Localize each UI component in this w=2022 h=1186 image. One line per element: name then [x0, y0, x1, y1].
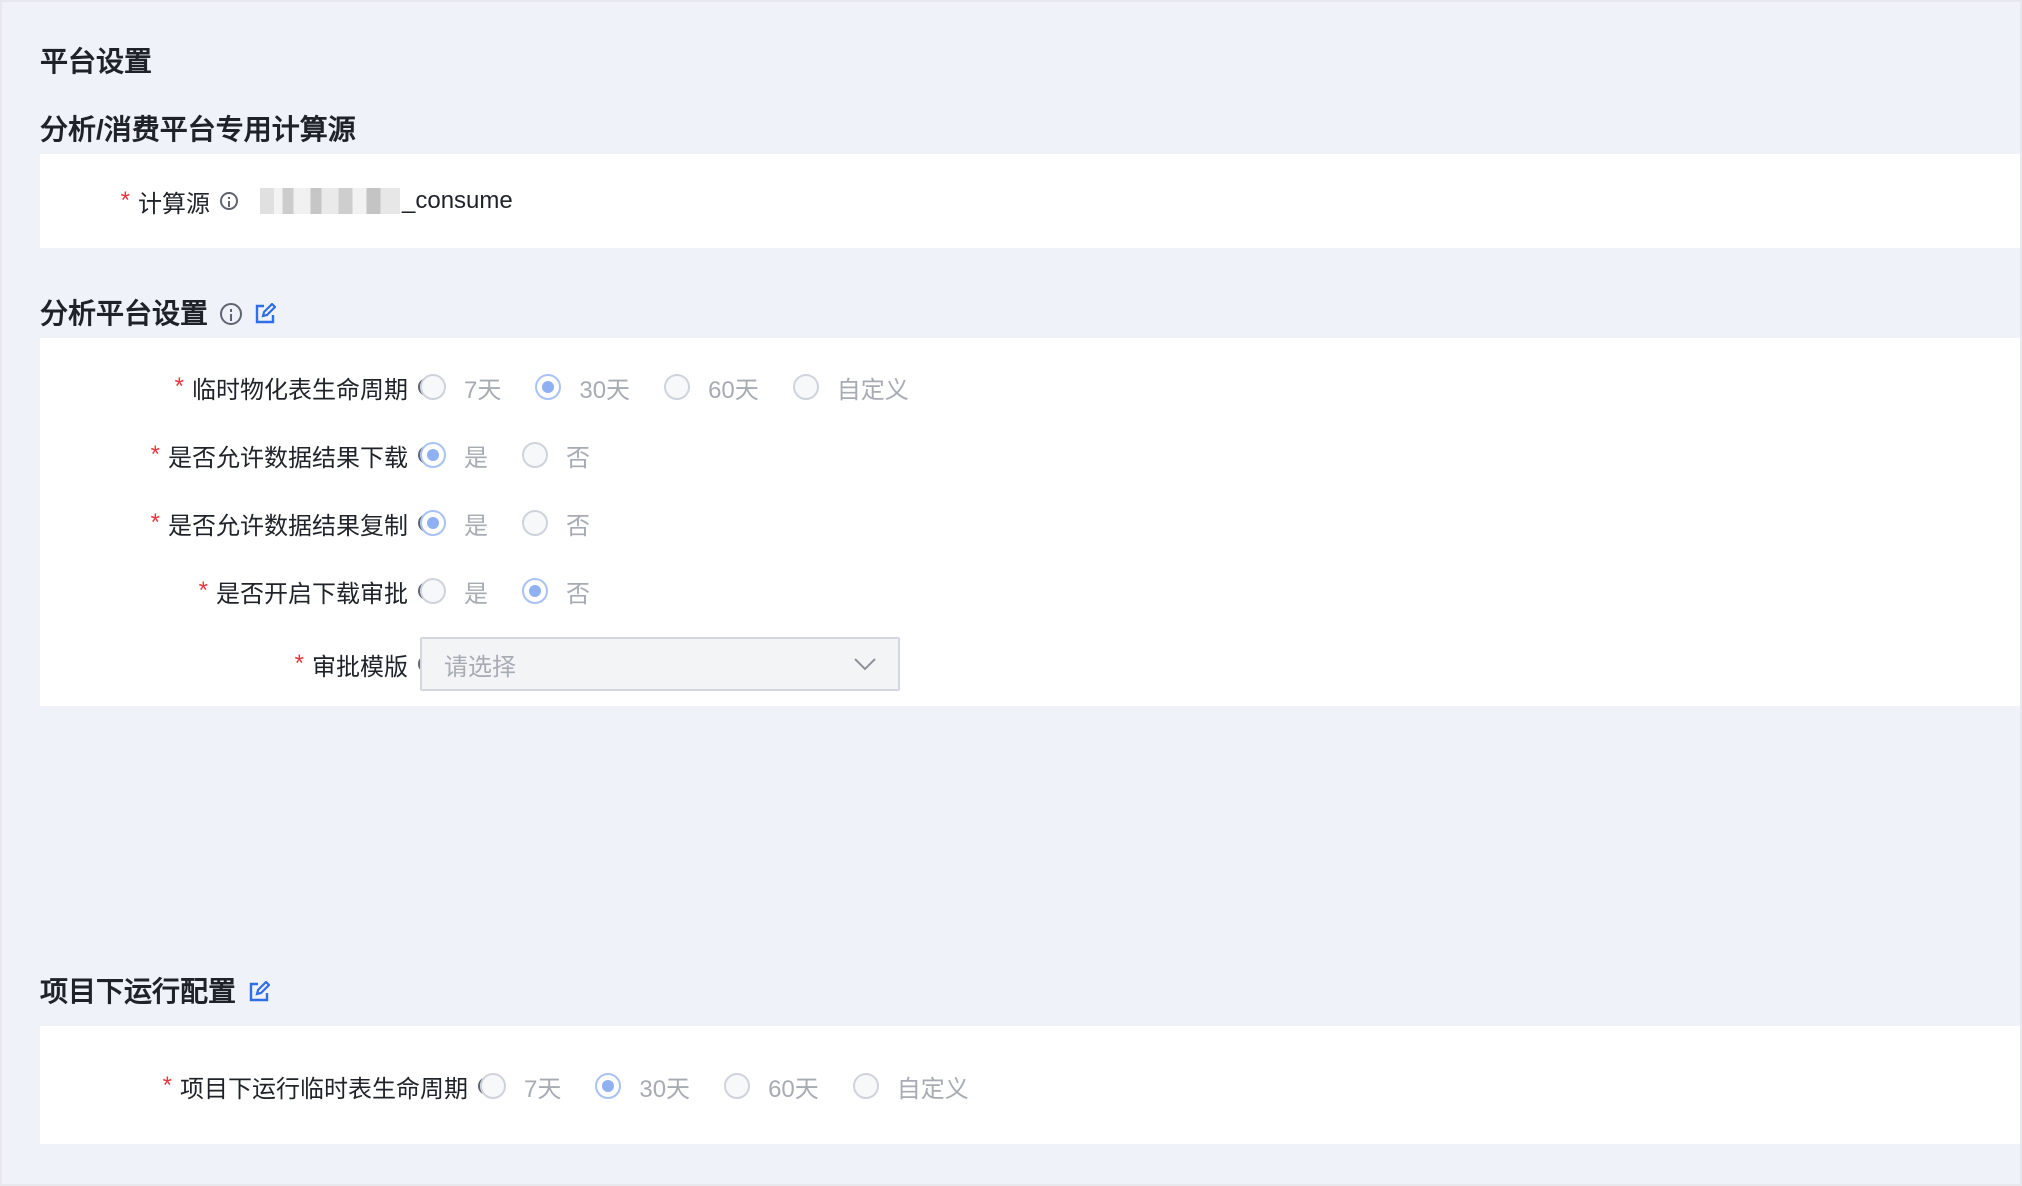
radio-30days[interactable]: 30天 [595, 1069, 690, 1104]
compute-source-label: * 计算源 [121, 179, 238, 223]
radio-label: 是 [464, 444, 488, 472]
template-select-wrap: 请选择 [420, 637, 900, 691]
lifecycle-options: 7天 30天 60天 自定义 [420, 365, 943, 409]
compute-source-value: _consume [260, 179, 513, 223]
radio-7days[interactable]: 7天 [420, 370, 501, 405]
download-label-text: 是否允许数据结果下载 [168, 444, 408, 472]
required-mark: * [162, 1072, 172, 1099]
radio-button[interactable] [852, 1073, 879, 1099]
required-mark: * [150, 441, 160, 468]
radio-button[interactable] [724, 1073, 751, 1099]
lifecycle-label: * 临时物化表生命周期 [175, 365, 436, 409]
radio-yes[interactable]: 是 [420, 506, 488, 541]
radio-button-checked[interactable] [595, 1073, 622, 1099]
radio-button[interactable] [664, 374, 691, 400]
radio-label: 30天 [639, 1075, 691, 1103]
radio-custom[interactable]: 自定义 [852, 1069, 969, 1104]
radio-label: 自定义 [896, 1075, 969, 1103]
radio-30days[interactable]: 30天 [535, 370, 630, 405]
settings-frame: 平台设置 分析/消费平台专用计算源 * 计算源 _consume 分析平台设置 [0, 0, 2022, 1186]
lifecycle-label-text: 临时物化表生命周期 [192, 376, 408, 404]
radio-button-checked[interactable] [420, 510, 446, 536]
project-lifecycle-label-text: 项目下运行临时表生命周期 [180, 1075, 468, 1103]
compute-source-label-text: 计算源 [138, 190, 210, 218]
radio-label: 是 [464, 512, 488, 540]
template-label-text: 审批模版 [312, 653, 408, 681]
radio-60days[interactable]: 60天 [724, 1069, 819, 1104]
edit-icon[interactable] [254, 303, 277, 325]
compute-source-suffix: _consume [402, 187, 513, 214]
radio-button[interactable] [522, 442, 548, 468]
radio-button[interactable] [522, 510, 548, 536]
radio-label: 30天 [579, 376, 631, 404]
required-mark: * [120, 187, 130, 214]
radio-label: 否 [566, 512, 590, 540]
compute-section-title-text: 分析/消费平台专用计算源 [40, 114, 356, 145]
radio-button-checked[interactable] [522, 578, 548, 604]
copy-label: * 是否允许数据结果复制 [151, 501, 436, 545]
required-mark: * [174, 373, 184, 400]
radio-button[interactable] [420, 578, 446, 604]
copy-label-text: 是否允许数据结果复制 [168, 512, 408, 540]
analysis-section-title: 分析平台设置 [40, 294, 277, 334]
radio-60days[interactable]: 60天 [664, 370, 759, 405]
select-placeholder: 请选择 [444, 653, 516, 681]
approval-label-text: 是否开启下载审批 [216, 580, 408, 608]
radio-label: 60天 [708, 376, 759, 404]
approval-options: 是 否 [420, 569, 624, 613]
edit-icon[interactable] [248, 981, 271, 1003]
radio-7days[interactable]: 7天 [480, 1069, 561, 1104]
download-row: * 是否允许数据结果下载 是 否 [40, 433, 2020, 477]
template-select[interactable]: 请选择 [420, 637, 900, 691]
required-mark: * [294, 650, 304, 677]
redacted-text [260, 188, 400, 214]
approval-label: * 是否开启下载审批 [199, 569, 436, 613]
radio-no[interactable]: 否 [522, 506, 590, 541]
required-mark: * [150, 509, 160, 536]
project-lifecycle-options: 7天 30天 60天 自定义 [480, 1064, 1003, 1108]
project-section-title-text: 项目下运行配置 [40, 976, 237, 1007]
radio-label: 是 [464, 580, 488, 608]
radio-button[interactable] [480, 1073, 506, 1099]
radio-label: 自定义 [836, 376, 909, 404]
radio-yes[interactable]: 是 [420, 438, 488, 473]
lifecycle-row: * 临时物化表生命周期 7天 30天 60天 自定义 [40, 365, 2020, 409]
radio-button-checked[interactable] [535, 374, 562, 400]
radio-button-checked[interactable] [420, 442, 446, 468]
download-label: * 是否允许数据结果下载 [151, 433, 436, 477]
analysis-section-title-text: 分析平台设置 [40, 298, 209, 329]
analysis-card: * 临时物化表生命周期 7天 30天 60天 自定义 * 是否允许数据结果下载 … [40, 338, 2020, 706]
project-lifecycle-label: * 项目下运行临时表生命周期 [163, 1064, 496, 1108]
radio-label: 否 [566, 580, 590, 608]
compute-section-title: 分析/消费平台专用计算源 [40, 110, 356, 150]
info-icon[interactable] [220, 303, 243, 325]
template-row: * 审批模版 请选择 [40, 637, 2020, 691]
radio-label: 否 [566, 444, 590, 472]
project-lifecycle-row: * 项目下运行临时表生命周期 7天 30天 60天 自定义 [40, 1064, 2020, 1108]
download-options: 是 否 [420, 433, 624, 477]
radio-label: 7天 [524, 1075, 562, 1103]
radio-label: 60天 [768, 1075, 819, 1103]
radio-button[interactable] [420, 374, 446, 400]
template-label: * 审批模版 [295, 637, 436, 691]
info-icon[interactable] [220, 192, 238, 210]
copy-row: * 是否允许数据结果复制 是 否 [40, 501, 2020, 545]
radio-button[interactable] [792, 374, 819, 400]
compute-source-row: * 计算源 _consume [40, 179, 2020, 223]
radio-yes[interactable]: 是 [420, 574, 488, 609]
radio-no[interactable]: 否 [522, 574, 590, 609]
project-section-title: 项目下运行配置 [40, 972, 271, 1012]
project-card: * 项目下运行临时表生命周期 7天 30天 60天 自定义 [40, 1026, 2020, 1144]
radio-no[interactable]: 否 [522, 438, 590, 473]
approval-row: * 是否开启下载审批 是 否 [40, 569, 2020, 613]
required-mark: * [198, 577, 208, 604]
radio-custom[interactable]: 自定义 [792, 370, 909, 405]
radio-label: 7天 [464, 376, 502, 404]
chevron-down-icon [854, 658, 876, 671]
page-title: 平台设置 [40, 46, 153, 77]
compute-card: * 计算源 _consume [40, 154, 2020, 248]
copy-options: 是 否 [420, 501, 624, 545]
